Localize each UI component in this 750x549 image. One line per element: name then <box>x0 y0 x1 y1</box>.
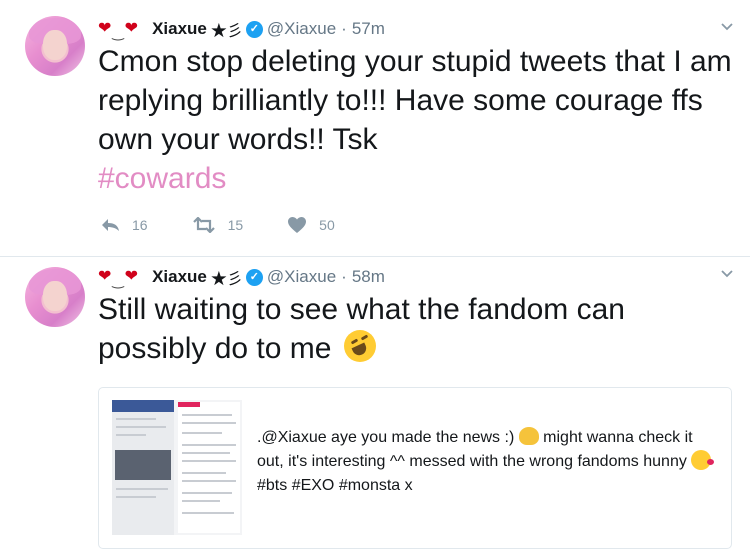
thumb-line <box>182 512 234 514</box>
avatar[interactable] <box>25 267 85 327</box>
thumb-line <box>116 418 156 420</box>
retweet-count: 15 <box>227 217 244 233</box>
retweet-button[interactable]: 15 <box>192 217 244 233</box>
heart-icon: ❤ <box>98 20 112 37</box>
verified-badge-icon: ✓ <box>245 268 263 286</box>
thumb-line <box>182 414 232 416</box>
thumb-line <box>116 488 168 490</box>
emoji-eye <box>350 338 359 345</box>
thumb-line <box>182 444 236 446</box>
tweet-text: Still waiting to see what the fandom can… <box>98 290 738 368</box>
thumb-line <box>116 434 146 436</box>
tweet-actions: 16 15 50 <box>100 216 379 234</box>
thumb-line <box>182 472 226 474</box>
smile-glyph: ‿ <box>112 23 124 40</box>
hashtag-link[interactable]: #cowards <box>98 162 226 195</box>
display-name[interactable]: Xiaxue <box>152 19 207 39</box>
smile-glyph: ‿ <box>112 271 124 288</box>
avatar-face <box>43 30 67 60</box>
card-text: .@Xiaxue aye you made the news :) might … <box>257 426 717 498</box>
quoted-media-card[interactable]: .@Xiaxue aye you made the news :) might … <box>98 387 732 549</box>
thumb-line <box>116 496 156 498</box>
card-text-intro: .@Xiaxue aye you made the news :) <box>257 429 515 446</box>
thumb-photo <box>115 450 171 480</box>
like-count: 50 <box>319 217 335 233</box>
timestamp[interactable]: 58m <box>352 267 385 287</box>
thumb-line <box>116 426 166 428</box>
thumb-line <box>182 480 236 482</box>
verified-badge-icon: ✓ <box>245 20 263 38</box>
name-suffix: ★彡 <box>210 23 243 40</box>
thumb-logo-bar <box>178 402 200 407</box>
user-handle[interactable]: @Xiaxue <box>267 19 336 39</box>
heart-icon: ❤ <box>124 268 139 285</box>
reply-button[interactable]: 16 <box>100 217 148 233</box>
heart-icon: ❤ <box>124 20 139 37</box>
thumb-line <box>182 422 236 424</box>
thumb-line <box>182 492 232 494</box>
tweet-body: Cmon stop deleting your stupid tweets th… <box>98 45 732 156</box>
tweet[interactable]: ❤ ‿ ❤ Xiaxue ★彡 ✓ @Xiaxue · 57m Cmon sto… <box>0 0 750 257</box>
emoji-eye <box>360 334 369 341</box>
separator-dot: · <box>341 267 347 286</box>
retweet-icon <box>192 217 215 233</box>
like-button[interactable]: 50 <box>287 216 335 234</box>
emoji-mouth <box>351 342 369 358</box>
thumb-line <box>182 432 222 434</box>
thumb-line <box>182 460 236 462</box>
name-suffix: ★彡 <box>210 271 243 288</box>
like-icon <box>288 217 307 233</box>
avatar[interactable] <box>25 16 85 76</box>
avatar-face <box>43 281 67 311</box>
timestamp[interactable]: 57m <box>352 19 385 39</box>
reply-icon <box>102 219 119 231</box>
tweet-text: Cmon stop deleting your stupid tweets th… <box>98 42 738 198</box>
reply-count: 16 <box>132 217 148 233</box>
thumb-line <box>182 500 220 502</box>
tweet[interactable]: ❤ ‿ ❤ Xiaxue ★彡 ✓ @Xiaxue · 58m Still wa… <box>0 257 750 549</box>
display-name[interactable]: Xiaxue <box>152 267 207 287</box>
separator-dot: · <box>341 19 347 38</box>
thumb-line <box>182 452 230 454</box>
kiss-emoji-icon <box>691 450 715 470</box>
caret-down-icon[interactable] <box>720 267 734 281</box>
card-hashtags: #bts #EXO #monsta x <box>257 477 413 494</box>
caret-down-icon[interactable] <box>720 20 734 34</box>
heart-icon: ❤ <box>98 268 112 285</box>
tweet-header: ❤ ‿ ❤ Xiaxue ★彡 ✓ @Xiaxue · 57m <box>98 16 385 42</box>
user-handle[interactable]: @Xiaxue <box>267 267 336 287</box>
card-thumbnail[interactable] <box>112 400 242 535</box>
clap-emoji-icon <box>518 427 539 445</box>
thumb-topbar <box>112 400 174 412</box>
tweet-header: ❤ ‿ ❤ Xiaxue ★彡 ✓ @Xiaxue · 58m <box>98 264 385 290</box>
rofl-emoji-icon <box>343 330 376 362</box>
